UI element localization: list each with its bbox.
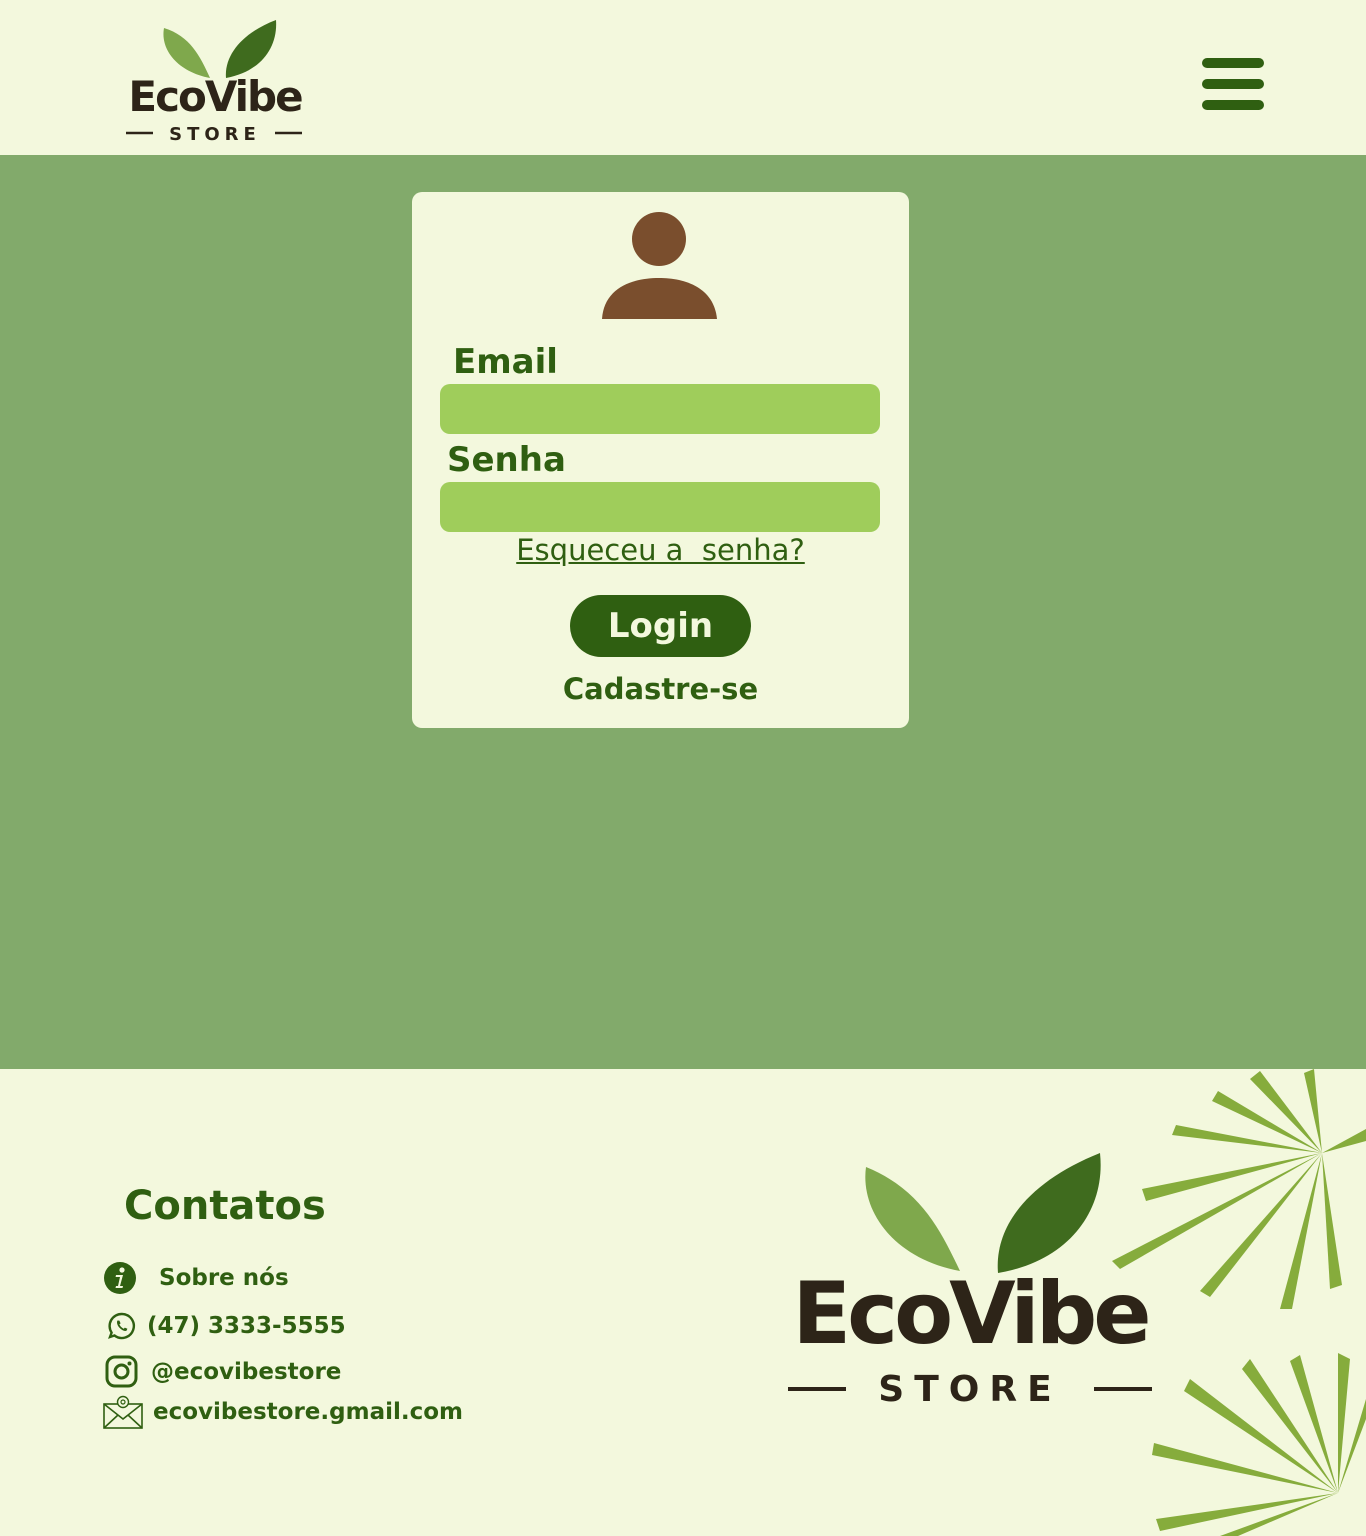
contact-about[interactable]: Sobre nós xyxy=(103,1261,289,1295)
header-logo[interactable]: EcoVibe STORE xyxy=(120,16,310,144)
signup-link[interactable]: Cadastre-se xyxy=(412,672,909,706)
user-icon xyxy=(602,212,717,319)
whatsapp-icon xyxy=(108,1312,135,1340)
login-button[interactable]: Login xyxy=(570,595,751,657)
palm-leaves-decoration xyxy=(1112,1069,1366,1536)
contact-instagram-text: @ecovibestore xyxy=(151,1358,342,1385)
login-card: Email Senha Esqueceu a senha? Login Cada… xyxy=(412,192,909,728)
logo-leaf-right-icon xyxy=(225,20,277,78)
contact-about-text: Sobre nós xyxy=(159,1265,289,1291)
contact-instagram[interactable]: @ecovibestore xyxy=(105,1355,341,1388)
site-footer: Contatos Sobre nós (47) 3333-5555 @ecovi… xyxy=(0,1069,1366,1536)
footer-logo-brand-text: EcoVibe xyxy=(792,1264,1148,1364)
password-field[interactable] xyxy=(440,482,880,532)
hamburger-icon xyxy=(1202,58,1264,68)
contact-phone-text: (47) 3333-5555 xyxy=(147,1313,346,1339)
contacts-title: Contatos xyxy=(124,1183,326,1229)
logo-leaf-right-icon xyxy=(997,1153,1101,1273)
instagram-icon xyxy=(105,1355,138,1388)
logo-brand-text: EcoVibe xyxy=(128,72,302,121)
contact-phone[interactable]: (47) 3333-5555 xyxy=(107,1311,346,1341)
main-area: Email Senha Esqueceu a senha? Login Cada… xyxy=(0,155,1366,1069)
logo-leaf-left-icon xyxy=(163,28,210,78)
email-field[interactable] xyxy=(440,384,880,434)
logo-sub-text: STORE xyxy=(169,124,261,144)
email-label: Email xyxy=(453,342,558,382)
forgot-password-link[interactable]: Esqueceu a senha? xyxy=(412,533,909,567)
contact-email[interactable]: ecovibestore.gmail.com xyxy=(103,1395,463,1429)
email-icon xyxy=(103,1395,143,1429)
footer-logo-sub-text: STORE xyxy=(878,1369,1061,1410)
senha-label: Senha xyxy=(447,440,566,480)
info-icon xyxy=(104,1262,136,1294)
logo-leaf-left-icon xyxy=(865,1167,960,1271)
site-header: EcoVibe STORE xyxy=(0,0,1366,155)
contact-email-text: ecovibestore.gmail.com xyxy=(153,1399,463,1425)
hamburger-menu-button[interactable] xyxy=(1200,56,1266,114)
